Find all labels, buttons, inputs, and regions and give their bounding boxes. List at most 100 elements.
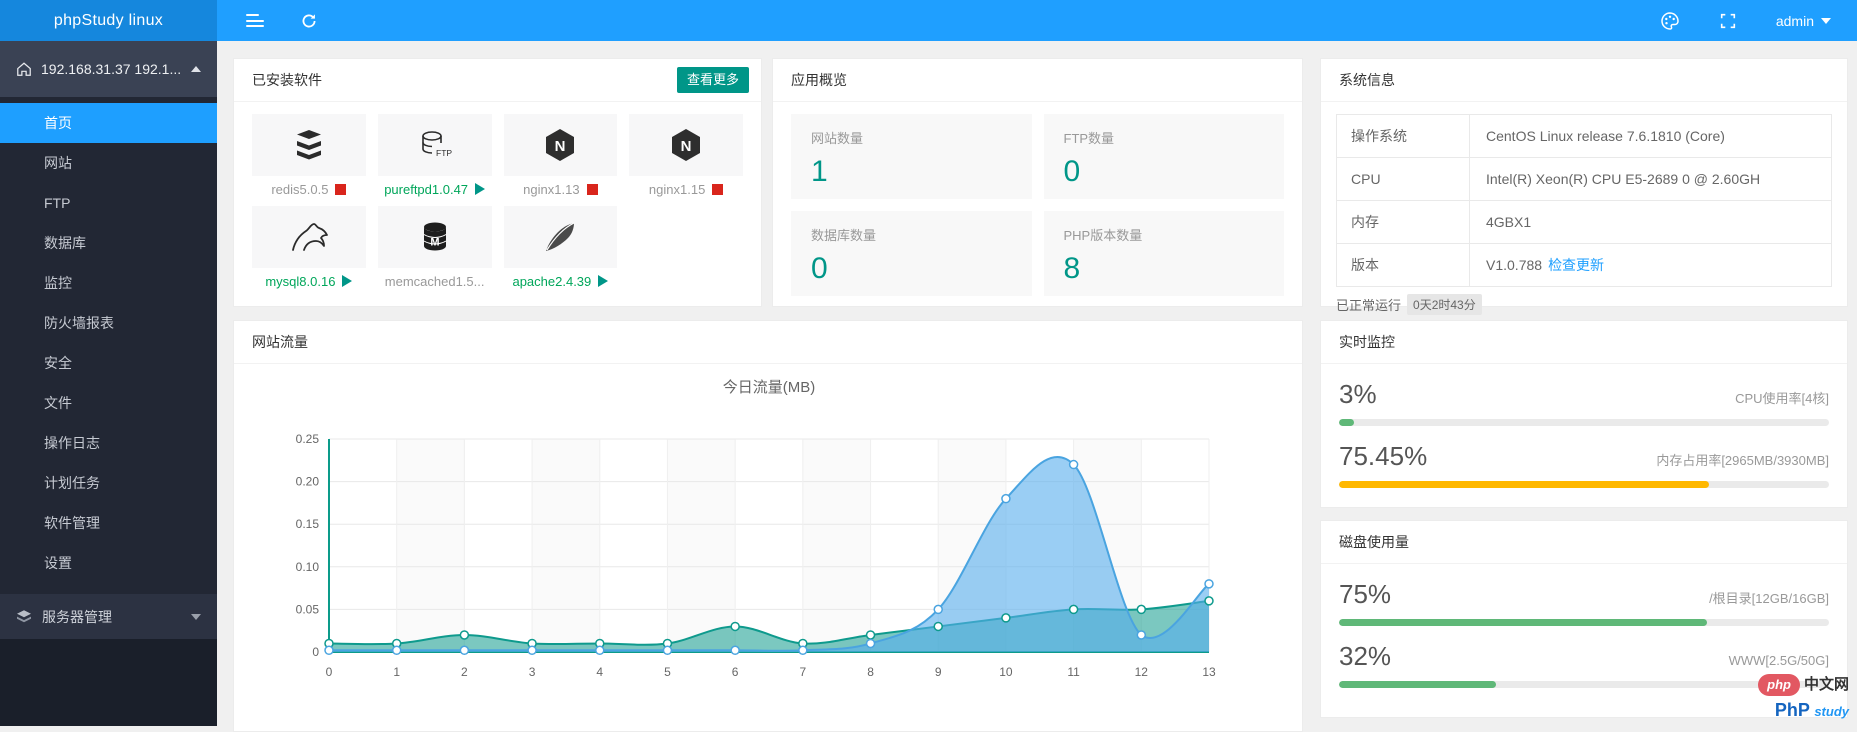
svg-text:0.10: 0.10 — [296, 560, 320, 574]
svg-text:0: 0 — [312, 645, 319, 659]
cpu-usage-value: 3% — [1339, 379, 1377, 409]
svg-text:0.25: 0.25 — [296, 432, 320, 446]
stat-label: FTP数量 — [1063, 131, 1115, 146]
stat-website-count: 网站数量 1 — [791, 114, 1032, 199]
svg-text:N: N — [681, 138, 692, 155]
refresh-icon[interactable] — [299, 11, 319, 31]
nginx-icon: N — [546, 129, 575, 161]
www-disk-label: WWW[2.5G/50G] — [1728, 653, 1829, 668]
row-label: 版本 — [1337, 244, 1470, 286]
software-name: apache2.4.39 — [512, 273, 592, 289]
server-selector[interactable]: 192.168.31.37 192.1... — [0, 41, 217, 97]
uptime-badge: 0天2时43分 — [1407, 294, 1482, 315]
progress-fill — [1339, 419, 1354, 426]
sidebar-item-security[interactable]: 安全 — [0, 343, 217, 383]
sidebar-item-settings[interactable]: 设置 — [0, 543, 217, 583]
svg-text:1: 1 — [393, 665, 400, 679]
progress-track — [1339, 681, 1829, 688]
svg-text:10: 10 — [999, 665, 1013, 679]
status-stopped-icon — [586, 183, 598, 195]
sidebar-item-website[interactable]: 网站 — [0, 143, 217, 183]
svg-text:3: 3 — [529, 665, 536, 679]
svg-text:0.20: 0.20 — [296, 475, 320, 489]
status-running-icon — [342, 275, 353, 287]
memory-meter: 75.45% 内存占用率[2965MB/3930MB] — [1321, 441, 1847, 488]
menu-collapse-icon[interactable] — [245, 11, 265, 31]
stat-value: 1 — [811, 155, 828, 188]
panel-title: 已安装软件 — [252, 72, 322, 88]
app-overview-panel: 应用概览 网站数量 1 FTP数量 0 数据库数量 0 PHP版本数量 8 — [772, 58, 1303, 307]
software-tile-apache[interactable]: apache2.4.39 — [503, 206, 618, 294]
progress-track — [1339, 419, 1829, 426]
svg-text:7: 7 — [800, 665, 807, 679]
stat-label: 数据库数量 — [811, 228, 877, 243]
software-tile-pureftpd[interactable]: FTP pureftpd1.0.47 — [377, 114, 492, 202]
realtime-monitor-panel: 实时监控 3% CPU使用率[4核] 75.45% 内存占用率[2965MB/3… — [1320, 320, 1848, 508]
software-name: pureftpd1.0.47 — [384, 181, 469, 197]
software-name: redis5.0.5 — [271, 181, 329, 197]
website-traffic-panel: 网站流量 今日流量(MB) 0 0.05 0.10 0.15 0.20 0.25 0 1 2 3 4 5… — [233, 320, 1303, 732]
software-tile-mysql[interactable]: mysql8.0.16 — [252, 206, 366, 294]
status-stopped-icon — [335, 183, 347, 195]
home-icon — [17, 62, 31, 76]
phpstudy-logo: PhP — [1774, 700, 1810, 720]
panel-header: 应用概览 — [773, 59, 1302, 102]
stat-value: 0 — [1063, 155, 1081, 188]
cpu-usage-label: CPU使用率[4核] — [1735, 391, 1829, 406]
stat-ftp-count: FTP数量 0 — [1043, 114, 1284, 199]
svg-text:6: 6 — [732, 665, 739, 679]
www-disk-value: 32% — [1339, 641, 1392, 671]
sidebar-item-files[interactable]: 文件 — [0, 383, 217, 423]
installed-software-panel: 已安装软件 查看更多 redis5.0.5 FTP pureftpd1.0.47… — [233, 58, 762, 307]
svg-text:N: N — [555, 138, 566, 155]
stat-label: 网站数量 — [811, 131, 864, 146]
row-value: CentOS Linux release 7.6.1810 (Core) — [1486, 128, 1725, 144]
brand-logo: phpStudy linux — [0, 0, 217, 41]
stat-database-count: 数据库数量 0 — [791, 211, 1032, 296]
row-value: 4GBX1 — [1486, 214, 1532, 230]
svg-text:FTP: FTP — [436, 148, 452, 158]
panel-header: 磁盘使用量 — [1321, 521, 1847, 564]
sidebar-item-firewall-report[interactable]: 防火墙报表 — [0, 303, 217, 343]
admin-menu[interactable]: admin — [1776, 13, 1831, 29]
mysql-dolphin-icon — [291, 223, 328, 251]
svg-text:8: 8 — [867, 665, 874, 679]
sidebar-item-software-mgmt[interactable]: 软件管理 — [0, 503, 217, 543]
progress-track — [1339, 481, 1829, 488]
sidebar-item-ftp[interactable]: FTP — [0, 183, 217, 223]
sidebar-item-cron[interactable]: 计划任务 — [0, 463, 217, 503]
traffic-chart: 今日流量(MB)00.050.100.150.200.250 1 2 3 4 5 6 7 8 9 1… — [296, 379, 1216, 679]
server-selector-label: 192.168.31.37 192.1... — [41, 61, 182, 77]
fullscreen-icon[interactable] — [1718, 11, 1738, 31]
software-name: nginx1.13 — [523, 181, 580, 197]
memcached-icon: M — [423, 222, 446, 251]
status-running-icon — [475, 183, 486, 195]
svg-text:2: 2 — [461, 665, 468, 679]
table-row: CPU Intel(R) Xeon(R) CPU E5-2689 0 @ 2.6… — [1337, 158, 1831, 201]
sidebar-item-home[interactable]: 首页 — [0, 103, 217, 143]
theme-palette-icon[interactable] — [1660, 11, 1680, 31]
sidebar-item-operation-log[interactable]: 操作日志 — [0, 423, 217, 463]
uptime-row: 已正常运行 0天2时43分 — [1336, 294, 1832, 315]
stat-php-version-count: PHP版本数量 8 — [1043, 211, 1284, 296]
sidebar-item-monitor[interactable]: 监控 — [0, 263, 217, 303]
sidebar: 192.168.31.37 192.1... 首页 网站 FTP 数据库 监控 … — [0, 41, 217, 726]
svg-text:M: M — [430, 237, 439, 249]
software-tile-redis[interactable]: redis5.0.5 — [252, 114, 366, 202]
sidebar-item-server-management[interactable]: 服务器管理 — [0, 594, 217, 639]
software-tile-nginx115[interactable]: N nginx1.15 — [629, 114, 743, 202]
status-stopped-icon — [712, 183, 724, 195]
sidebar-item-database[interactable]: 数据库 — [0, 223, 217, 263]
software-tile-memcached[interactable]: M memcached1.5... — [377, 206, 492, 294]
sidebar-footer — [0, 639, 217, 726]
check-update-link[interactable]: 检查更新 — [1548, 255, 1604, 275]
root-disk-label: /根目录[12GB/16GB] — [1709, 591, 1829, 606]
ftp-server-icon: FTP — [421, 131, 452, 158]
stat-value: 8 — [1063, 252, 1081, 285]
software-tile-nginx113[interactable]: N nginx1.13 — [503, 114, 618, 202]
admin-label: admin — [1775, 12, 1814, 29]
svg-text:0.15: 0.15 — [296, 517, 320, 531]
view-more-button[interactable]: 查看更多 — [676, 67, 749, 93]
row-value: Intel(R) Xeon(R) CPU E5-2689 0 @ 2.60GH — [1486, 171, 1761, 187]
nginx-icon: N — [672, 129, 701, 161]
